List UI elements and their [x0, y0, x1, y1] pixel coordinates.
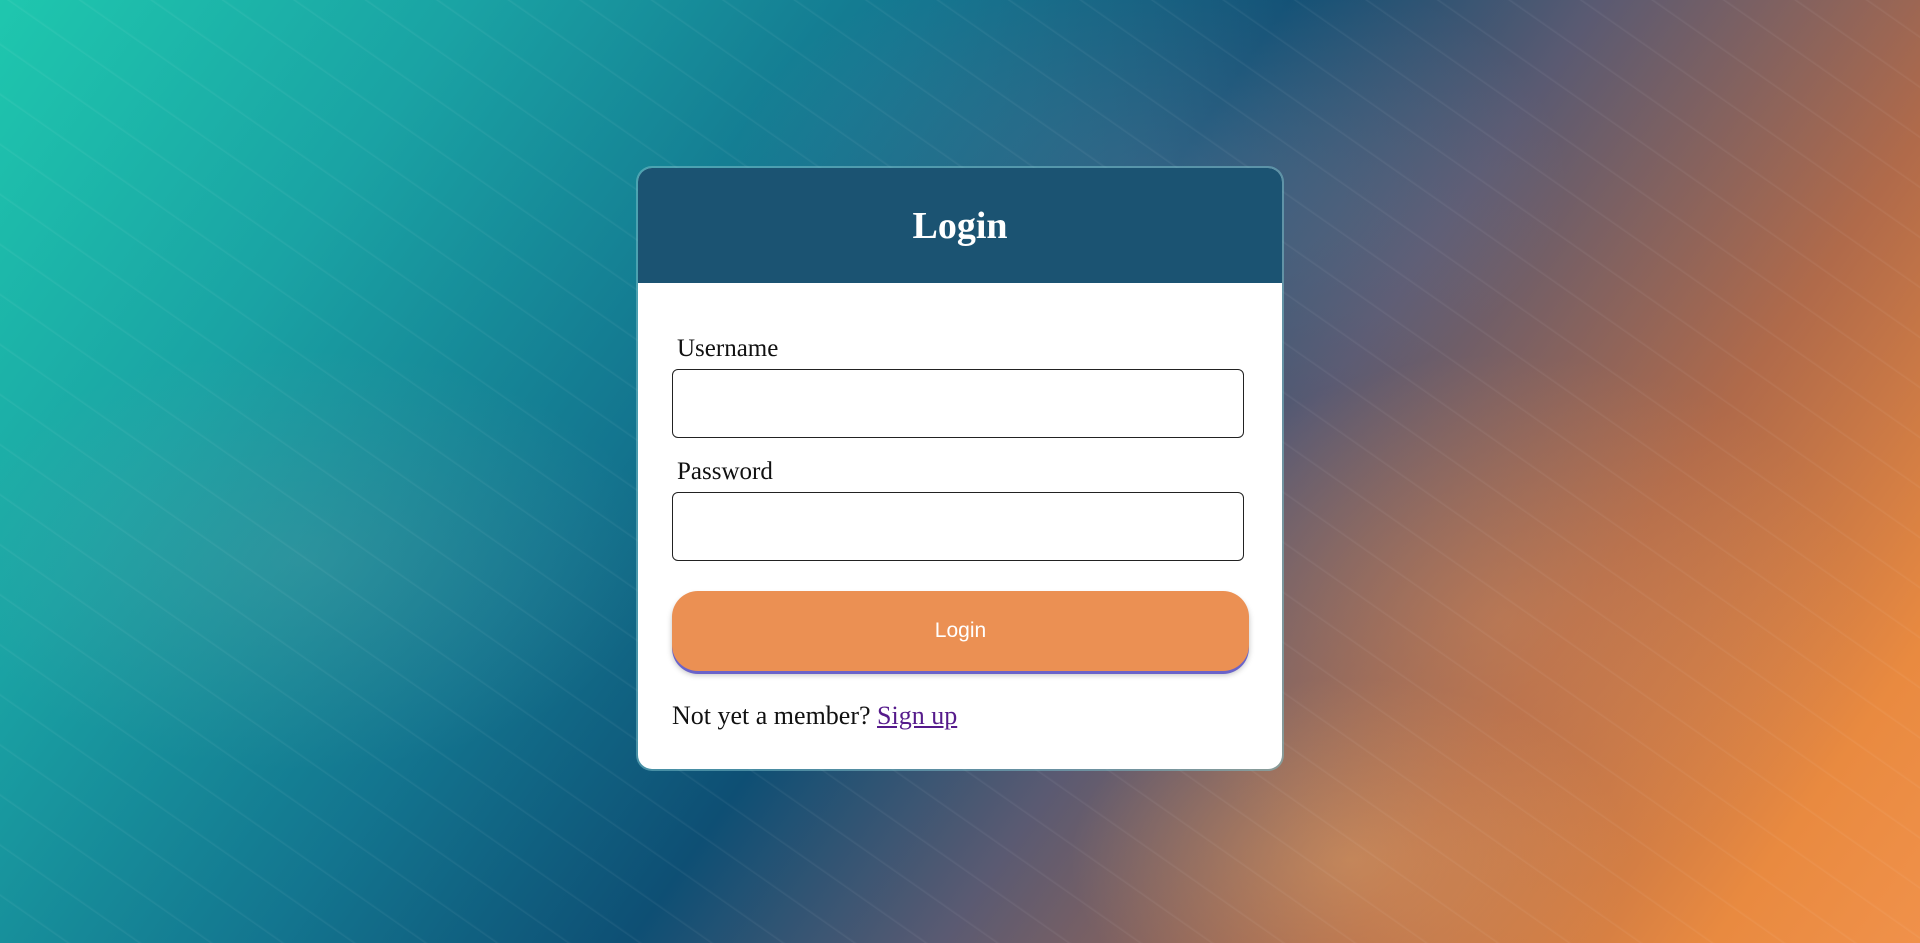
username-label: Username — [677, 335, 779, 362]
password-input[interactable] — [672, 492, 1244, 561]
signup-link[interactable]: Sign up — [877, 701, 957, 730]
login-title: Login — [912, 204, 1008, 247]
login-card: Login Username Password Login Not yet a … — [638, 168, 1282, 769]
signup-prompt: Not yet a member? — [672, 701, 871, 730]
login-button[interactable]: Login — [672, 591, 1249, 671]
login-form: Username Password Login Not yet a member… — [638, 335, 1282, 731]
signup-line: Not yet a member? Sign up — [672, 701, 1248, 731]
login-card-header: Login — [638, 168, 1282, 283]
password-label: Password — [677, 458, 773, 485]
username-input[interactable] — [672, 369, 1244, 438]
